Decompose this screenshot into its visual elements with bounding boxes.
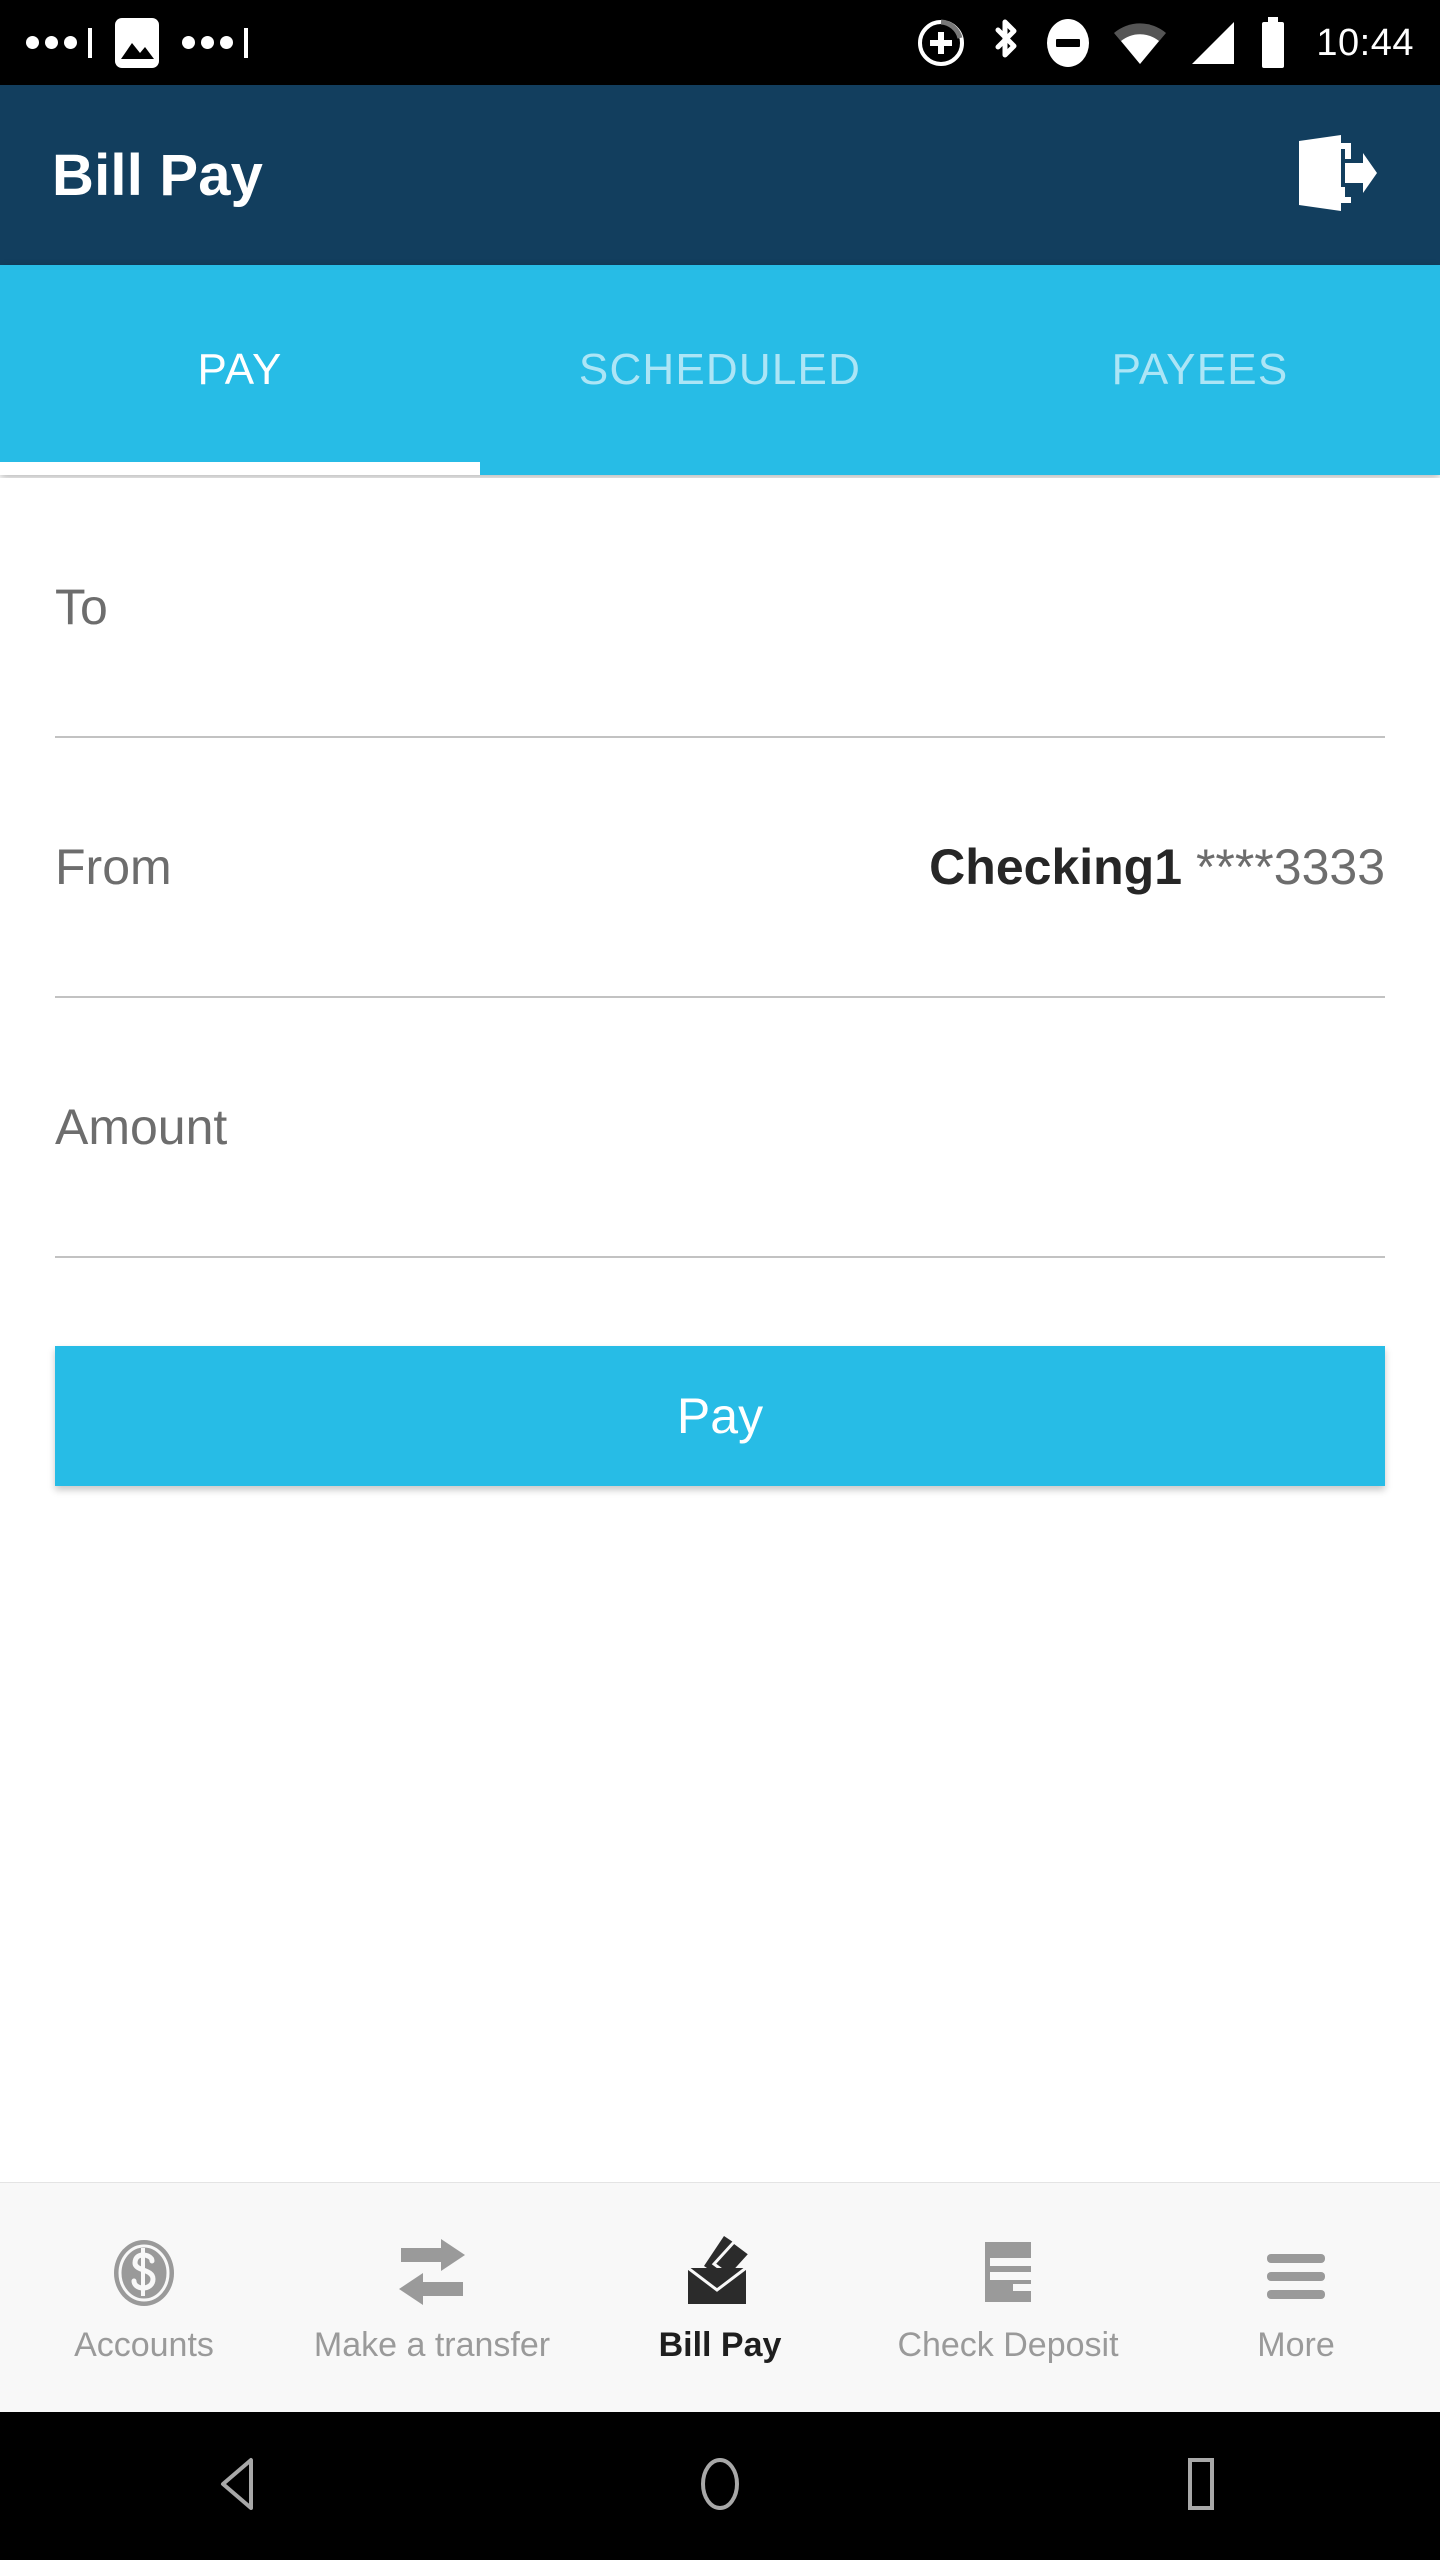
nav-label-accounts: Accounts	[74, 2326, 214, 2364]
battery-icon	[1258, 16, 1288, 70]
image-notification-icon	[114, 17, 160, 69]
android-home-button[interactable]	[630, 2412, 810, 2560]
bill-pay-form: To From Checking1 ****3333 Amount Pay	[0, 478, 1440, 2182]
open-envelope-icon	[680, 2230, 760, 2308]
tab-payees[interactable]: PAYEES	[960, 265, 1440, 475]
active-tab-indicator	[0, 462, 480, 475]
bottom-navigation: Accounts Make a transfer Bill Pay Check …	[0, 2182, 1440, 2412]
nav-label-more: More	[1257, 2326, 1335, 2364]
to-field-placeholder: To	[55, 579, 108, 635]
android-status-bar: 10:44	[0, 0, 1440, 85]
tab-payees-label: PAYEES	[1111, 345, 1289, 394]
pay-button-container: Pay	[55, 1346, 1385, 1486]
nav-label-check-deposit: Check Deposit	[897, 2326, 1119, 2364]
cellular-signal-icon	[1188, 20, 1238, 66]
bluetooth-icon	[986, 16, 1024, 70]
to-field-row[interactable]: To	[55, 478, 1385, 738]
from-account-name: Checking1	[929, 839, 1183, 895]
wifi-icon	[1112, 20, 1168, 66]
app-header: Bill Pay	[0, 85, 1440, 265]
nav-label-make-a-transfer: Make a transfer	[313, 2326, 551, 2364]
amount-field-row[interactable]: Amount	[55, 998, 1385, 1258]
page-title: Bill Pay	[52, 142, 264, 208]
tab-bar: PAY SCHEDULED PAYEES	[0, 265, 1440, 475]
tab-pay-label: PAY	[197, 345, 283, 394]
nav-item-make-a-transfer[interactable]: Make a transfer	[288, 2230, 576, 2365]
logout-door-arrow-icon	[1289, 129, 1377, 222]
nav-item-bill-pay[interactable]: Bill Pay	[576, 2230, 864, 2365]
home-circle-icon	[691, 2455, 749, 2518]
pay-button[interactable]: Pay	[55, 1346, 1385, 1486]
android-recents-button[interactable]	[1110, 2412, 1290, 2560]
recents-square-icon	[1174, 2455, 1226, 2518]
transfer-arrows-icon	[393, 2230, 471, 2308]
amount-field-placeholder: Amount	[55, 1099, 228, 1155]
nav-item-accounts[interactable]: Accounts	[0, 2230, 288, 2365]
tab-pay[interactable]: PAY	[0, 265, 480, 475]
from-account-value: Checking1 ****3333	[929, 838, 1385, 896]
logout-button[interactable]	[1278, 120, 1388, 230]
do-not-disturb-icon	[1044, 16, 1092, 70]
nav-label-bill-pay: Bill Pay	[658, 2326, 782, 2364]
android-navigation-bar	[0, 2412, 1440, 2560]
status-bar-notifications	[26, 17, 248, 69]
status-bar-clock: 10:44	[1316, 21, 1414, 64]
from-field-label: From	[55, 839, 172, 895]
check-card-icon	[973, 2230, 1043, 2308]
nav-item-more[interactable]: More	[1152, 2230, 1440, 2365]
tab-scheduled-label: SCHEDULED	[578, 345, 862, 394]
back-triangle-icon	[213, 2454, 267, 2519]
dots-indicator-icon	[26, 27, 92, 58]
dots-indicator-icon-2	[182, 27, 248, 58]
android-back-button[interactable]	[150, 2412, 330, 2560]
cast-plus-icon	[916, 18, 966, 68]
nav-item-check-deposit[interactable]: Check Deposit	[864, 2230, 1152, 2365]
from-account-mask: ****3333	[1195, 839, 1385, 895]
status-bar-system-icons: 10:44	[916, 16, 1414, 70]
hamburger-menu-icon	[1261, 2230, 1331, 2308]
from-field-row[interactable]: From Checking1 ****3333	[55, 738, 1385, 998]
tab-scheduled[interactable]: SCHEDULED	[480, 265, 960, 475]
dollar-coin-icon	[109, 2230, 179, 2308]
app-screen: 10:44 Bill Pay PAY SCHEDULED PAYEES To F…	[0, 0, 1440, 2560]
